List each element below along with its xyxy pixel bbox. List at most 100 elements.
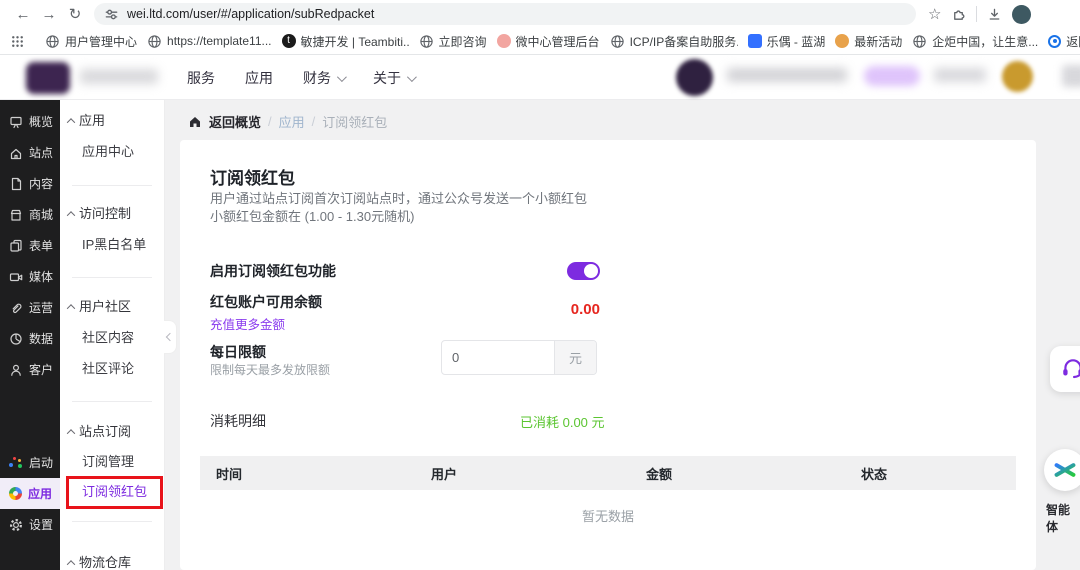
bookmark-label: https://template11... — [167, 34, 272, 48]
browser-toolbar: ← → ↻ wei.ltd.com/user/#/application/sub… — [0, 0, 1080, 28]
bookmark-label: 返回 — [1066, 33, 1080, 50]
apps-grid-icon[interactable] — [10, 34, 25, 49]
col-status: 状态 — [845, 464, 1016, 483]
sidebar-item-customers[interactable]: 客户 — [0, 354, 60, 385]
ai-assistant-button[interactable] — [1044, 449, 1080, 491]
balance-value: 0.00 — [500, 301, 600, 318]
group-applications[interactable]: 应用 — [60, 106, 165, 136]
globe-icon — [912, 34, 927, 49]
extensions-icon[interactable] — [951, 7, 966, 22]
group-site-subscription[interactable]: 站点订阅 — [60, 417, 165, 447]
user-icon — [9, 363, 23, 377]
bookmark-item[interactable]: 敏捷开发 | Teambiti... — [282, 33, 409, 50]
sidebar-collapse-handle[interactable] — [164, 320, 177, 354]
bookmark-star-icon[interactable]: ☆ — [928, 5, 941, 23]
caret-up-icon — [67, 304, 75, 312]
lanhu-icon — [748, 34, 762, 48]
home-icon — [188, 115, 202, 129]
recharge-link[interactable]: 充值更多金额 — [210, 314, 285, 333]
daily-limit-input[interactable] — [442, 341, 554, 374]
bookmark-label: 敏捷开发 | Teambiti... — [301, 33, 409, 50]
reload-icon[interactable]: ↻ — [62, 5, 88, 23]
bookmark-item[interactable]: 立即咨询 — [419, 33, 487, 50]
daily-limit-label: 每日限额 — [210, 342, 266, 362]
activity-avatar-icon — [835, 34, 849, 48]
globe-icon — [45, 34, 60, 49]
bookmark-item[interactable]: 返回 — [1048, 33, 1080, 50]
menu-subscription-management[interactable]: 订阅管理 — [60, 447, 165, 477]
nav-services[interactable]: 服务 — [187, 68, 215, 88]
site-settings-icon[interactable] — [104, 7, 119, 22]
sidebar-item-applications[interactable]: 应用 — [0, 478, 60, 509]
bookmark-item[interactable]: 微中心管理后台 — [497, 33, 600, 50]
chevron-down-icon — [337, 72, 347, 82]
nav-about[interactable]: 关于 — [373, 68, 414, 88]
bookmark-item[interactable]: https://template11... — [147, 34, 272, 49]
sidebar-item-operations[interactable]: 运营 — [0, 292, 60, 323]
globe-icon — [147, 34, 162, 49]
gold-avatar-blurred[interactable] — [1002, 61, 1033, 92]
group-logistics[interactable]: 物流仓库 — [60, 548, 165, 570]
bookmark-item[interactable]: 用户管理中心 — [45, 33, 137, 50]
caret-up-icon — [67, 429, 75, 437]
toolbar-divider — [976, 6, 977, 22]
group-access-control[interactable]: 访问控制 — [60, 199, 165, 229]
sidebar-item-launch[interactable]: 启动 — [0, 447, 60, 478]
col-time: 时间 — [200, 464, 415, 483]
breadcrumb-separator: / — [268, 114, 272, 129]
video-icon — [9, 270, 23, 284]
gear-icon — [9, 518, 23, 532]
sidebar-item-overview[interactable]: 概览 — [0, 106, 60, 137]
browser-profile-avatar[interactable] — [1012, 5, 1031, 24]
sidebar-item-site[interactable]: 站点 — [0, 137, 60, 168]
col-user: 用户 — [415, 464, 630, 483]
toolbar-right: ☆ — [928, 5, 1031, 24]
sidebar-item-forms[interactable]: 表单 — [0, 230, 60, 261]
breadcrumb-current: 订阅领红包 — [322, 112, 387, 131]
bookmark-item[interactable]: 最新活动 — [835, 33, 902, 50]
menu-subscription-redpacket[interactable]: 订阅领红包 — [60, 477, 165, 507]
breadcrumb-separator: / — [312, 114, 316, 129]
enable-toggle[interactable] — [567, 262, 600, 280]
nav-applications[interactable]: 应用 — [245, 68, 273, 88]
nav-finance[interactable]: 财务 — [303, 68, 344, 88]
primary-sidebar: 概览 站点 内容 商城 表单 媒体 运营 数据 — [0, 100, 60, 570]
bookmark-item[interactable]: 企炬中国，让生意... — [912, 33, 1038, 50]
launch-dots-icon — [9, 456, 23, 470]
downloads-icon[interactable] — [987, 7, 1002, 22]
breadcrumb-back[interactable]: 返回概览 — [209, 112, 261, 131]
user-avatar-blurred[interactable] — [676, 59, 713, 96]
ai-asterisk-icon — [1052, 457, 1078, 483]
group-user-community[interactable]: 用户社区 — [60, 292, 165, 322]
customer-service-button[interactable] — [1050, 346, 1080, 392]
paperclip-icon — [9, 301, 23, 315]
sidebar-item-content[interactable]: 内容 — [0, 168, 60, 199]
menu-ip-list[interactable]: IP黑白名单 — [60, 230, 165, 260]
bookmark-label: 微中心管理后台 — [516, 33, 600, 50]
forward-icon[interactable]: → — [36, 6, 62, 23]
app-header: 服务 应用 财务 关于 — [0, 55, 1080, 100]
empty-state: 暂无数据 — [200, 506, 1016, 525]
target-icon — [1048, 35, 1061, 48]
badge-blurred — [864, 66, 920, 86]
sidebar-item-data[interactable]: 数据 — [0, 323, 60, 354]
bookmark-item[interactable]: ICP/IP备案自助服务... — [610, 33, 738, 50]
balance-label: 红包账户可用余额 — [210, 292, 322, 312]
app-logo-blurred — [26, 62, 70, 94]
menu-community-comments[interactable]: 社区评论 — [60, 354, 165, 384]
pie-chart-icon — [9, 332, 23, 346]
sidebar-item-media[interactable]: 媒体 — [0, 261, 60, 292]
sidebar-item-settings[interactable]: 设置 — [0, 509, 60, 540]
address-bar[interactable]: wei.ltd.com/user/#/application/subRedpac… — [94, 3, 916, 25]
breadcrumb-parent[interactable]: 应用 — [279, 112, 305, 131]
wei-center-icon — [497, 34, 511, 48]
ai-assistant-label: 智能体 — [1046, 501, 1080, 535]
sidebar-item-mall[interactable]: 商城 — [0, 199, 60, 230]
back-icon[interactable]: ← — [10, 6, 36, 23]
menu-app-center[interactable]: 应用中心 — [60, 137, 165, 167]
bookmark-label: 企炬中国，让生意... — [932, 33, 1038, 50]
bookmark-item[interactable]: 乐偶 - 蓝湖 — [748, 33, 826, 50]
menu-community-content[interactable]: 社区内容 — [60, 323, 165, 353]
caret-up-icon — [67, 118, 75, 126]
bookmark-label: 立即咨询 — [439, 33, 487, 50]
